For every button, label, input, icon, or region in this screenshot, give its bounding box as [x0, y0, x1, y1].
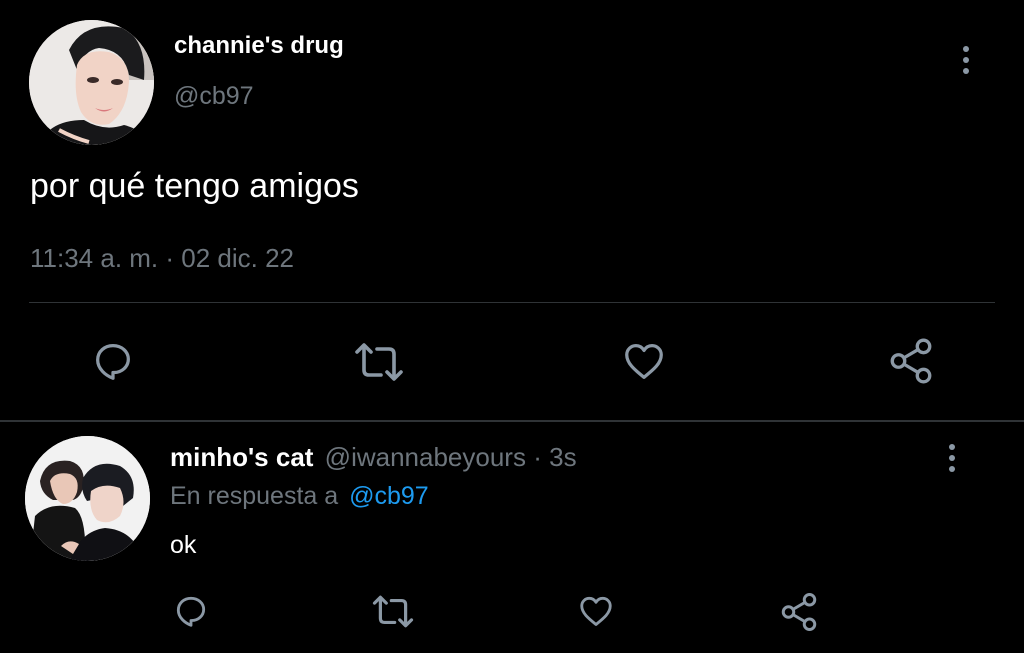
heart-icon: [580, 596, 612, 626]
reply-icon: [96, 344, 130, 380]
reply-like-button[interactable]: [577, 592, 615, 630]
retweet-icon: [355, 343, 403, 381]
author-handle[interactable]: @cb97: [174, 82, 254, 111]
reply-header: minho's cat @iwannabeyours · 3s: [170, 442, 577, 473]
replying-to: En respuesta a @cb97: [170, 482, 429, 511]
avatar-photo: [25, 436, 150, 561]
reply-more-button[interactable]: [949, 444, 955, 472]
section-divider: [0, 420, 1024, 422]
author-display-name[interactable]: channie's drug: [174, 32, 344, 60]
like-button[interactable]: [621, 338, 667, 384]
reply-avatar[interactable]: [25, 436, 150, 561]
tweet-text: por qué tengo amigos: [30, 167, 359, 205]
reply-reply-button[interactable]: [172, 592, 210, 630]
author-avatar[interactable]: [29, 20, 154, 145]
share-icon: [781, 593, 817, 631]
more-vertical-icon: [963, 46, 969, 52]
heart-icon: [625, 344, 663, 379]
reply-text: ok: [170, 531, 197, 559]
reply-retweet-button[interactable]: [371, 593, 415, 630]
retweet-button[interactable]: [353, 340, 405, 384]
tweet-timestamp[interactable]: 11:34 a. m. · 02 dic. 22: [30, 243, 294, 274]
avatar-photo: [29, 20, 154, 145]
tweet-more-button[interactable]: [963, 46, 969, 74]
share-button[interactable]: [886, 336, 936, 386]
tweet-divider: [29, 302, 995, 303]
more-vertical-icon: [949, 444, 955, 450]
reply-display-name[interactable]: minho's cat: [170, 442, 313, 472]
reply-button[interactable]: [90, 338, 136, 384]
retweet-icon: [372, 595, 414, 628]
replying-to-link[interactable]: @cb97: [349, 482, 429, 510]
replying-to-label: En respuesta a: [170, 482, 339, 510]
reply-icon: [176, 596, 206, 627]
reply-separator: ·: [533, 442, 542, 472]
reply-handle[interactable]: @iwannabeyours: [325, 442, 526, 472]
share-icon: [890, 338, 932, 384]
reply-time[interactable]: 3s: [549, 442, 576, 472]
reply-share-button[interactable]: [778, 591, 820, 633]
